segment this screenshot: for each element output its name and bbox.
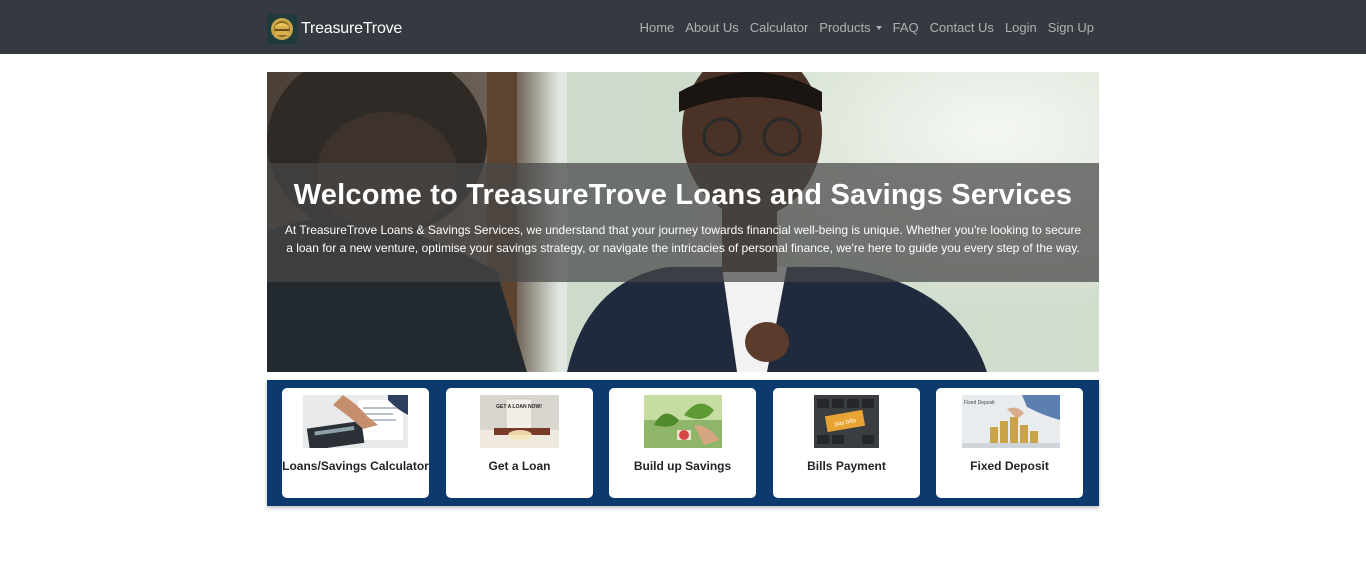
nav-login[interactable]: Login (1005, 20, 1037, 35)
brand-name: TreasureTrove (301, 20, 403, 37)
get-loan-sign-text: GET A LOAN NOW! (496, 404, 542, 410)
fixed-deposit-coins-photo: Fixed Deposit (962, 395, 1060, 448)
treasure-chest-icon (267, 14, 297, 44)
fixed-deposit-photo-text: Fixed Deposit (964, 400, 995, 406)
service-card-get-loan[interactable]: GET A LOAN NOW! Get a Loan (446, 388, 593, 498)
hero-description: At TreasureTrove Loans & Savings Service… (284, 223, 1082, 255)
brand-link[interactable]: TreasureTrove (267, 13, 402, 45)
nav-products-label: Products (819, 20, 871, 35)
hero-title: Welcome to TreasureTrove Loans and Savin… (293, 179, 1073, 211)
service-card-savings-label: Build up Savings (633, 459, 732, 473)
services-panel: Loans/Savings Calculator GET A LOAN NOW!… (267, 380, 1099, 506)
nav-about-us[interactable]: About Us (685, 20, 738, 35)
service-card-calculator[interactable]: Loans/Savings Calculator (282, 388, 429, 498)
pay-bills-keyboard-photo: pay bills (814, 395, 879, 448)
get-a-loan-photo: GET A LOAN NOW! (480, 395, 559, 448)
service-card-savings[interactable]: Build up Savings (609, 388, 756, 498)
main-nav: Home About Us Calculator Products FAQ Co… (629, 20, 1094, 35)
caret-down-icon (875, 26, 882, 30)
nav-products-dropdown[interactable]: Products (819, 20, 882, 35)
nav-calculator[interactable]: Calculator (750, 20, 809, 35)
nav-home[interactable]: Home (640, 20, 675, 35)
service-card-calculator-label: Loans/Savings Calculator (282, 459, 429, 473)
service-card-fixed-deposit[interactable]: Fixed Deposit Fixed Deposit (936, 388, 1083, 498)
service-card-get-loan-label: Get a Loan (488, 459, 551, 473)
service-card-bills[interactable]: pay bills Bills Payment (773, 388, 920, 498)
hero-banner: Welcome to TreasureTrove Loans and Savin… (267, 72, 1099, 372)
calculator-photo (303, 395, 408, 448)
nav-faq[interactable]: FAQ (893, 20, 919, 35)
savings-plant-photo (644, 395, 722, 448)
top-navbar: TreasureTrove Home About Us Calculator P… (0, 0, 1366, 54)
nav-sign-up[interactable]: Sign Up (1048, 20, 1094, 35)
nav-contact-us[interactable]: Contact Us (930, 20, 994, 35)
service-card-bills-label: Bills Payment (807, 459, 886, 473)
service-card-fixed-deposit-label: Fixed Deposit (970, 459, 1049, 473)
